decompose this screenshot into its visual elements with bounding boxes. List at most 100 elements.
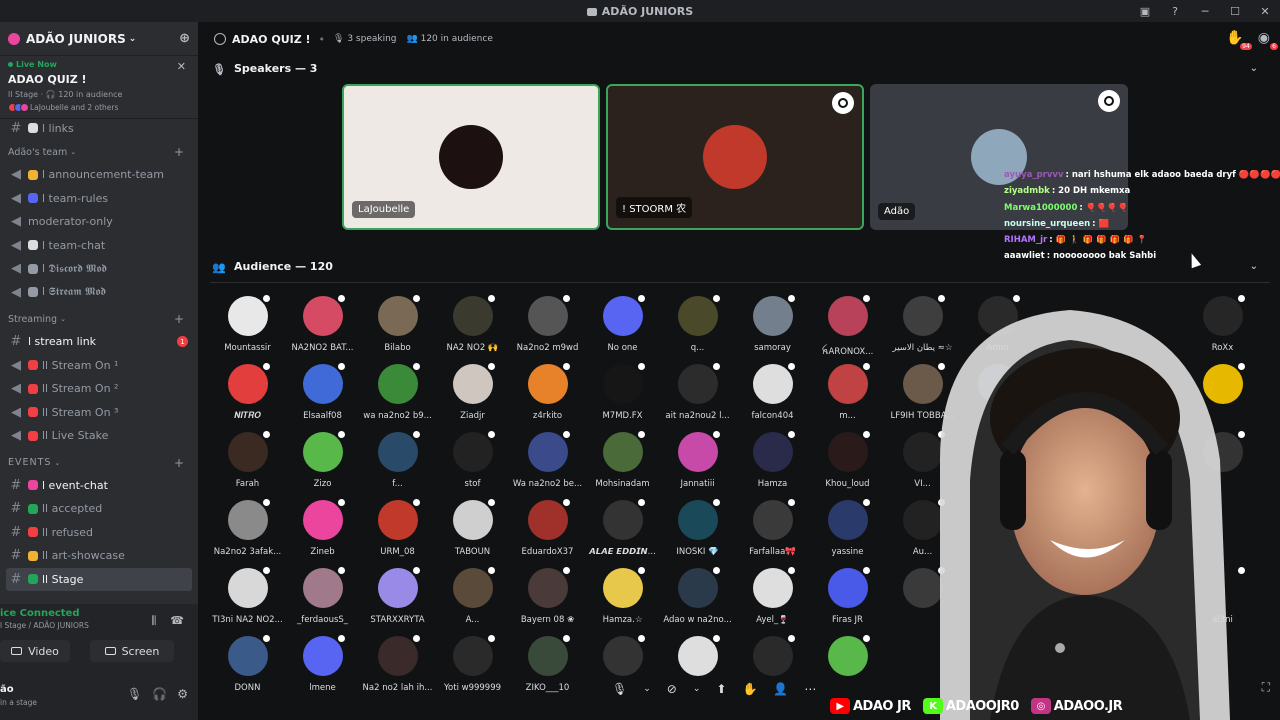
add-channel-icon[interactable]: + xyxy=(174,145,184,159)
audience-member[interactable]: _ferdaousS_ xyxy=(285,565,360,625)
audience-member[interactable]: NA2 NO2 🙌 xyxy=(435,293,510,353)
channel-item[interactable]: ◀ ll Stream On ¹ xyxy=(6,354,192,378)
inbox-icon[interactable]: ▣ xyxy=(1130,0,1160,22)
category-team[interactable]: Adão's team ⌄ + xyxy=(6,141,192,163)
audience-member[interactable]: Farfallaa🎀 xyxy=(735,497,810,557)
audience-member[interactable]: STARXXRYTA xyxy=(360,565,435,625)
audience-member[interactable]: stof xyxy=(435,429,510,489)
channel-item[interactable]: # ll Stage xyxy=(6,567,192,591)
audience-member[interactable]: ZIKO___10 xyxy=(510,633,585,693)
audience-member[interactable]: Jannatiii xyxy=(660,429,735,489)
user-name[interactable]: ão xyxy=(0,684,14,695)
audience-member[interactable]: NA2NO2 BAT... xyxy=(285,293,360,353)
channel-item[interactable]: ◀ l 𝕾𝖙𝖗𝖊𝖆𝖒 𝕸𝖔𝖉 xyxy=(6,281,192,305)
speakers-header[interactable]: 🎙 Speakers — 3 ⌄ xyxy=(198,56,1280,80)
disconnect-icon[interactable]: ☎ xyxy=(170,614,184,628)
maximize-button[interactable]: ☐ xyxy=(1220,0,1250,22)
audience-member[interactable]: M7MD.FX xyxy=(585,361,660,421)
audience-member[interactable]: Elsaalf08 xyxy=(285,361,360,421)
audience-member[interactable]: 𝘼𝙇𝘼𝙀 𝙀𝘿𝘿𝙄𝙉... xyxy=(585,497,660,557)
camera-off-icon[interactable]: ⊘ xyxy=(667,682,677,696)
audience-member[interactable]: Ziadjr xyxy=(435,361,510,421)
audience-member[interactable]: Ayel_🍷 xyxy=(735,565,810,625)
live-stage-card[interactable]: Live Now ADAO QUIZ ! ll Stage · 🎧 120 in… xyxy=(0,56,198,119)
raise-hand-icon[interactable]: ✋ 94 xyxy=(1226,30,1252,50)
microphone-icon[interactable]: 🎙 xyxy=(612,682,627,696)
chevron-down-icon[interactable]: ⌄ xyxy=(643,684,651,694)
audience-member[interactable]: Farah xyxy=(210,429,285,489)
channel-links[interactable]: # l links xyxy=(6,119,192,137)
help-icon[interactable]: ? xyxy=(1160,0,1190,22)
audience-member[interactable]: Hamza.☆ xyxy=(585,565,660,625)
channel-item[interactable]: ◀ l team-chat xyxy=(6,234,192,258)
audience-member[interactable]: Mountassir xyxy=(210,293,285,353)
category-streaming[interactable]: Streaming ⌄ + xyxy=(6,308,192,330)
chevron-down-icon[interactable]: ⌄ xyxy=(1250,63,1258,74)
hand-off-icon[interactable]: ✋ xyxy=(742,682,757,696)
audience-member[interactable]: TABOUN xyxy=(435,497,510,557)
noise-suppression-icon[interactable]: ⫼ xyxy=(151,614,156,628)
audience-member[interactable]: Adao w na2no... xyxy=(660,565,735,625)
add-channel-icon[interactable]: + xyxy=(174,312,184,326)
audience-member[interactable]: Firas JR xyxy=(810,565,885,625)
channel-item[interactable]: ◀ ll Stream On ² xyxy=(6,377,192,401)
audience-member[interactable]: z4rkito xyxy=(510,361,585,421)
more-icon[interactable]: ⋯ xyxy=(804,682,816,696)
channel-item[interactable]: ◀ l team-rules xyxy=(6,187,192,211)
channel-item[interactable]: # ll refused xyxy=(6,521,192,545)
audience-member[interactable]: f... xyxy=(360,429,435,489)
stage-settings-icon[interactable]: ◉ 6 xyxy=(1258,30,1278,50)
speaker-tile[interactable]: LaJoubelle xyxy=(342,84,600,230)
audience-member[interactable]: samoray xyxy=(735,293,810,353)
add-member-icon[interactable]: ⊕ xyxy=(179,31,190,46)
audience-member[interactable]: Bayern 08 ❀ xyxy=(510,565,585,625)
close-button[interactable]: ✕ xyxy=(1250,0,1280,22)
audience-member[interactable]: A... xyxy=(435,565,510,625)
close-icon[interactable]: ✕ xyxy=(177,60,186,73)
audience-member[interactable]: yassine xyxy=(810,497,885,557)
audience-member[interactable]: INOSKI 💎 xyxy=(660,497,735,557)
audience-member[interactable]: Wa na2no2 be... xyxy=(510,429,585,489)
audience-member[interactable]: TI3ni NA2 NO2... xyxy=(210,565,285,625)
fullscreen-icon[interactable]: ⛶ xyxy=(1262,680,1270,695)
channel-item[interactable]: ◀ l 𝕯𝖎𝖘𝖈𝖔𝖗𝖉 𝕸𝖔𝖉 xyxy=(6,257,192,281)
audience-member[interactable]: 𝑵𝑰𝑻𝑹𝑶 xyxy=(210,361,285,421)
audience-member[interactable]: lmene xyxy=(285,633,360,693)
audience-member[interactable]: Yoti w999999 xyxy=(435,633,510,693)
audience-member[interactable]: DONN xyxy=(210,633,285,693)
audience-member[interactable]: ꫝARONOX... xyxy=(810,293,885,361)
audience-member[interactable]: Na2no2 3afak... xyxy=(210,497,285,557)
audience-member[interactable]: URM_08 xyxy=(360,497,435,557)
channel-item[interactable]: ◀ ll Live Stake xyxy=(6,424,192,448)
audience-member[interactable]: EduardoX37 xyxy=(510,497,585,557)
microphone-icon[interactable]: 🎙 xyxy=(127,687,142,701)
audience-member[interactable]: falcon404 xyxy=(735,361,810,421)
audience-member[interactable]: m... xyxy=(810,361,885,421)
audience-member[interactable]: Hamza xyxy=(735,429,810,489)
chevron-down-icon[interactable]: ⌄ xyxy=(693,684,701,694)
headphones-icon[interactable]: 🎧 xyxy=(152,687,167,701)
channel-item[interactable]: # l event-chat xyxy=(6,474,192,498)
audience-member[interactable]: Zineb xyxy=(285,497,360,557)
server-header[interactable]: ADÃO JUNIORS ⌄ ⊕ xyxy=(0,22,198,56)
audience-member[interactable]: Zizo xyxy=(285,429,360,489)
channel-item[interactable]: # l stream link 1 xyxy=(6,330,192,354)
channel-item[interactable]: ◀ l announcement-team xyxy=(6,163,192,187)
category-events[interactable]: EVENTS ⌄ + xyxy=(6,452,192,474)
gear-icon[interactable]: ⚙ xyxy=(177,687,188,701)
audience-member[interactable]: q... xyxy=(660,293,735,353)
video-button[interactable]: Video xyxy=(0,640,70,662)
audience-member[interactable]: Na2 no2 lah ih... xyxy=(360,633,435,693)
channel-item[interactable]: ◀ ll Stream On ³ xyxy=(6,401,192,425)
add-channel-icon[interactable]: + xyxy=(174,456,184,470)
channel-item[interactable]: # ll art-showcase xyxy=(6,544,192,568)
screen-share-icon[interactable]: ⬆ xyxy=(716,682,726,696)
screen-share-button[interactable]: Screen xyxy=(90,640,174,662)
audience-member[interactable]: Mohsinadam xyxy=(585,429,660,489)
channel-item[interactable]: ◀ moderator-only xyxy=(6,210,192,234)
speaker-tile[interactable]: ! STOORM 农 xyxy=(606,84,864,230)
audience-member[interactable]: wa na2no2 b9... xyxy=(360,361,435,421)
audience-member[interactable]: Khou_loud xyxy=(810,429,885,489)
channel-item[interactable]: # ll accepted xyxy=(6,497,192,521)
invite-speaker-icon[interactable]: 👤 xyxy=(773,682,788,696)
